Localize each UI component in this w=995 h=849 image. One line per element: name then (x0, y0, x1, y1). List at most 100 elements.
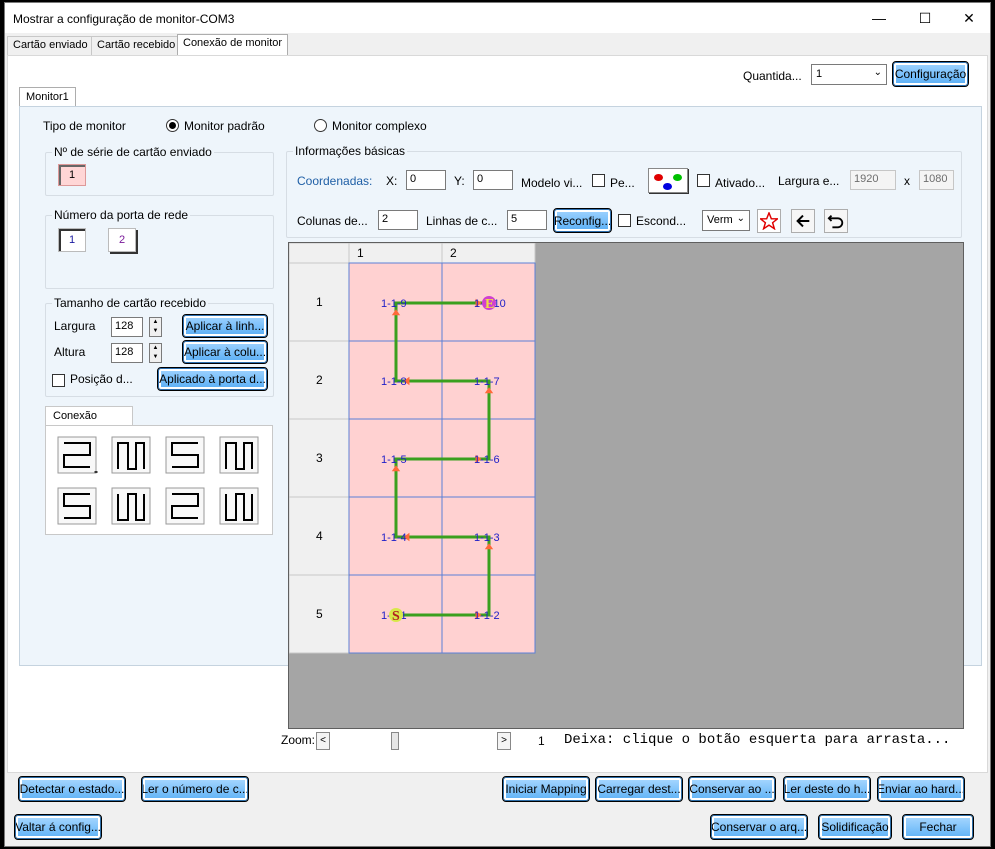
column-header-label: 2 (450, 246, 457, 260)
read-from-hardware-button[interactable]: Ler deste do h... (783, 776, 871, 802)
receiver-size-group: Tamanho de cartão recebido Largura 128 ▲… (45, 296, 274, 397)
reconfigure-button[interactable]: Reconfig... (553, 208, 612, 233)
color-dots-icon[interactable] (648, 168, 688, 193)
mapping-grid-area[interactable]: 12123451-1-91-1-101-1-81-1-71-1-51-1-61-… (288, 242, 964, 729)
apply-column-button[interactable]: Aplicar à colu... (182, 340, 268, 364)
main-window: Mostrar a configuração de monitor-COM3 —… (4, 2, 991, 847)
zoom-right-button[interactable]: > (497, 732, 511, 750)
y-label: Y: (454, 174, 465, 188)
snake-pattern-7-icon[interactable] (164, 486, 206, 526)
pe-label: Pe... (610, 176, 635, 190)
hide-label: Escond... (636, 214, 687, 228)
cell-label: 1-1-4 (381, 532, 407, 544)
maximize-button[interactable]: ☐ (902, 3, 948, 33)
snake-pattern-8-icon[interactable] (218, 486, 260, 526)
height-input[interactable]: 128 (111, 343, 143, 363)
screen-width-input[interactable]: 1920 (850, 170, 896, 190)
tab-receiver-card[interactable]: Cartão recebido (91, 36, 182, 55)
configuration-button[interactable]: Configuração (892, 61, 969, 87)
send-to-hardware-button[interactable]: Enviar ao hard... (877, 776, 965, 802)
color-select[interactable]: Verm ⌄ (702, 210, 750, 231)
x-input[interactable]: 0 (406, 170, 446, 190)
cell-label: 1-1-2 (474, 610, 500, 622)
size-separator: x (904, 174, 910, 188)
star-icon[interactable] (757, 209, 781, 233)
close-button[interactable]: ✕ (946, 3, 992, 33)
y-input[interactable]: 0 (473, 170, 513, 190)
row-header-label: 3 (316, 451, 323, 465)
coordinates-label: Coordenadas: (297, 174, 373, 188)
row-header-label: 2 (316, 373, 323, 387)
width-stepper[interactable]: ▲ ▼ (149, 317, 162, 337)
quick-connect-panel (45, 425, 273, 535)
load-dest-button[interactable]: Carregar dest... (595, 776, 683, 802)
quick-connect-tab[interactable]: Conexão Rápida (45, 406, 133, 440)
row-header-label: 1 (316, 295, 323, 309)
hint-text: Deixa: clique o botão esquerta para arra… (564, 732, 951, 748)
snake-pattern-3-icon[interactable] (164, 435, 206, 475)
sender-serial-box[interactable]: 1 (58, 164, 86, 186)
quantity-select[interactable]: 1 ⌄ (811, 64, 887, 85)
screen-width-label: Largura e... (778, 174, 840, 188)
height-stepper[interactable]: ▲ ▼ (149, 343, 162, 363)
net-port-1[interactable]: 1 (58, 228, 86, 252)
window-title: Mostrar a configuração de monitor-COM3 (13, 12, 235, 26)
tab-sender-card[interactable]: Cartão enviado (7, 36, 94, 55)
cell-label: 1-1-9 (381, 298, 407, 310)
row-header-label: 5 (316, 607, 323, 621)
color-select-value: Verm (707, 214, 733, 226)
read-number-button[interactable]: Ler o número de c... (141, 776, 249, 802)
start-mapping-button[interactable]: Iniciar Mapping (502, 776, 590, 802)
screen-height-input[interactable]: 1080 (919, 170, 954, 190)
columns-label: Colunas de... (297, 214, 368, 228)
end-marker-label: E (485, 297, 494, 312)
zoom-left-button[interactable]: < (316, 732, 330, 750)
enabled-checkbox[interactable] (697, 174, 710, 187)
snake-pattern-5-icon[interactable] (56, 486, 98, 526)
minimize-button[interactable]: — (856, 3, 902, 33)
monitor-type-label: Tipo de monitor (43, 119, 126, 133)
columns-input[interactable]: 2 (378, 210, 418, 230)
x-label: X: (386, 174, 398, 188)
zoom-slider-thumb[interactable] (391, 732, 399, 750)
close-dialog-button[interactable]: Fechar (902, 814, 974, 840)
snake-pattern-2-icon[interactable] (110, 435, 152, 475)
quantity-value: 1 (816, 68, 823, 80)
complex-monitor-radio[interactable] (314, 119, 327, 132)
standard-monitor-label: Monitor padrão (184, 119, 265, 133)
snake-pattern-4-icon[interactable] (218, 435, 260, 475)
mapping-grid[interactable]: 12123451-1-91-1-101-1-81-1-71-1-51-1-61-… (289, 243, 964, 729)
back-to-config-button[interactable]: Valtar á config... (14, 814, 102, 840)
width-input[interactable]: 128 (111, 317, 143, 337)
undo-icon[interactable] (824, 209, 848, 233)
title-bar: Mostrar a configuração de monitor-COM3 —… (5, 3, 990, 33)
hide-checkbox[interactable] (618, 214, 631, 227)
tab-monitor1[interactable]: Monitor1 (19, 87, 76, 107)
snake-pattern-1-icon[interactable] (56, 435, 98, 475)
start-marker-label: S (392, 609, 400, 624)
grid-corner (289, 243, 350, 264)
sender-serial-group: Nº de série de cartão enviado 1 (45, 145, 274, 196)
snake-pattern-6-icon[interactable] (110, 486, 152, 526)
net-port-2[interactable]: 2 (108, 228, 136, 252)
apply-row-button[interactable]: Aplicar à linh... (182, 314, 268, 338)
receiver-size-title: Tamanho de cartão recebido (52, 296, 209, 310)
cell-label: 1-1-3 (474, 532, 500, 544)
cell-label: 1-1-5 (381, 454, 407, 466)
apply-port-button[interactable]: Aplicado à porta d... (157, 367, 268, 391)
pe-checkbox[interactable] (592, 174, 605, 187)
position-checkbox[interactable] (52, 374, 65, 387)
row-header-label: 4 (316, 529, 323, 543)
solidify-button[interactable]: Solidificação (818, 814, 892, 840)
cell-label: 1-1-6 (474, 454, 500, 466)
save-to-button[interactable]: Conservar ao ... (688, 776, 776, 802)
save-file-button[interactable]: Conservar o arq... (710, 814, 808, 840)
zoom-label: Zoom: (281, 733, 316, 747)
arrow-left-icon[interactable] (791, 209, 815, 233)
detect-status-button[interactable]: Detectar o estado... (18, 776, 126, 802)
net-port-title: Número da porta de rede (52, 208, 191, 222)
tab-monitor-connection[interactable]: Conexão de monitor (177, 34, 289, 56)
standard-monitor-radio[interactable] (166, 119, 179, 132)
cell-label: 1-1-7 (474, 376, 500, 388)
rows-input[interactable]: 5 (507, 210, 547, 230)
